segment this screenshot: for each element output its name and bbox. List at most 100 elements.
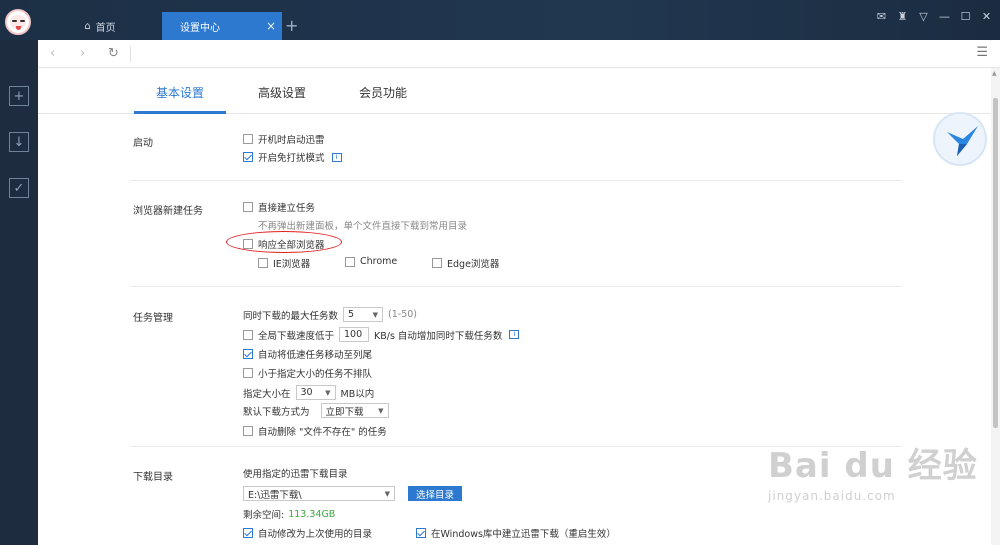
thunder-bird-icon <box>947 126 978 156</box>
downloading-icon[interactable]: ↓ <box>9 132 29 152</box>
tab-member-features[interactable]: 会员功能 <box>359 84 407 101</box>
minimize-icon[interactable]: — <box>939 10 950 23</box>
skin-icon[interactable]: ♜ <box>897 10 908 23</box>
option-launch-on-boot[interactable]: 开机时启动迅雷 <box>243 132 325 146</box>
checkbox-checked[interactable] <box>243 528 253 538</box>
info-icon[interactable]: i <box>509 330 520 339</box>
option-label: 小于指定大小的任务不排队 <box>258 369 373 380</box>
option-label: 开机时启动迅雷 <box>258 135 325 146</box>
option-auto-move-slow[interactable]: 自动将低速任务移动至列尾 <box>243 347 372 361</box>
tab-home-label: 首页 <box>95 22 116 34</box>
vertical-scrollbar[interactable]: ▲ <box>991 68 1000 545</box>
checkbox[interactable] <box>258 258 268 268</box>
size-prefix: 指定大小在 <box>243 388 291 400</box>
option-label: Edge浏览器 <box>447 259 500 270</box>
menu-down-icon[interactable]: ▽ <box>918 10 929 23</box>
avatar-eye-left <box>12 20 17 22</box>
new-tab-icon[interactable]: + <box>285 16 298 35</box>
home-icon: ⌂ <box>84 20 91 32</box>
checkbox[interactable] <box>243 134 253 144</box>
tab-home[interactable]: ⌂ 首页 <box>40 12 160 40</box>
checkbox[interactable] <box>345 256 355 267</box>
option-browser-edge[interactable]: Edge浏览器 <box>432 256 499 270</box>
option-direct-create[interactable]: 直接建立任务 <box>243 200 315 214</box>
new-task-icon[interactable]: + <box>9 86 29 106</box>
highlight-oval <box>226 231 342 253</box>
scroll-thumb[interactable] <box>993 98 998 428</box>
close-window-icon[interactable]: ✕ <box>981 10 992 23</box>
select-value: E:\迅雷下载\ <box>248 489 302 501</box>
watermark-main: Bai du 经验 <box>768 446 978 486</box>
option-browser-ie[interactable]: IE浏览器 <box>258 256 310 270</box>
option-browser-chrome[interactable]: Chrome <box>345 256 397 267</box>
free-space-value: 113.34GB <box>288 508 336 520</box>
chevron-down-icon: ▼ <box>378 406 384 415</box>
use-dir-label: 使用指定的迅雷下载目录 <box>243 469 348 480</box>
checkbox-checked[interactable] <box>243 349 253 359</box>
title-bar: ⌂ 首页 设置中心 × + ✉ ♜ ▽ — ☐ ✕ <box>0 0 1000 40</box>
option-windows-library[interactable]: 在Windows库中建立迅雷下载（重启生效） <box>416 526 616 540</box>
tab-advanced-settings[interactable]: 高级设置 <box>258 84 306 101</box>
tab-settings-center[interactable]: 设置中心 × <box>162 12 282 40</box>
select-value: 立即下载 <box>325 406 364 418</box>
direct-create-hint: 不再弹出新建面板，单个文件直接下载到常用目录 <box>258 221 468 232</box>
baidu-watermark: Bai du 经验 jingyan.baidu.com <box>768 438 978 503</box>
section-title-dir: 下载目录 <box>133 472 173 483</box>
option-label: 自动将低速任务移动至列尾 <box>258 350 373 361</box>
checkbox[interactable] <box>432 258 442 268</box>
forward-icon[interactable]: › <box>80 46 85 61</box>
refresh-icon[interactable]: ↻ <box>108 46 119 61</box>
option-do-not-disturb[interactable]: 开启免打扰模式 i <box>243 150 342 164</box>
avatar-mouth <box>16 26 21 30</box>
dir-path-row: E:\迅雷下载\ ▼ 选择目录 <box>238 486 463 501</box>
size-select[interactable]: 30 ▼ <box>295 385 336 400</box>
checkbox[interactable] <box>243 368 253 378</box>
speed-threshold-row[interactable]: 全局下载速度低于 100 KB/s 自动增加同时下载任务数 i <box>243 327 520 342</box>
checkbox[interactable] <box>243 202 253 212</box>
user-avatar[interactable] <box>5 9 31 35</box>
info-icon[interactable]: i <box>331 152 342 162</box>
tab-basic-settings[interactable]: 基本设置 <box>156 84 204 101</box>
option-small-no-queue[interactable]: 小于指定大小的任务不排队 <box>243 366 372 380</box>
max-tasks-select[interactable]: 5 ▼ <box>343 307 384 322</box>
completed-icon[interactable]: ✓ <box>9 178 29 198</box>
option-label: IE浏览器 <box>273 259 311 270</box>
thunder-logo <box>933 112 987 166</box>
dir-path-select[interactable]: E:\迅雷下载\ ▼ <box>243 486 395 501</box>
maximize-icon[interactable]: ☐ <box>960 10 971 23</box>
settings-tabs: 基本设置 高级设置 会员功能 <box>38 68 1000 114</box>
default-mode-select[interactable]: 立即下载 ▼ <box>320 403 389 418</box>
checkbox[interactable] <box>243 426 253 436</box>
max-tasks-row: 同时下载的最大任务数 5 ▼ (1-50) <box>243 307 417 322</box>
avatar-eye-right <box>20 20 25 22</box>
tab-settings-label: 设置中心 <box>180 22 220 34</box>
close-tab-icon[interactable]: × <box>266 19 276 33</box>
speed-suffix: KB/s 自动增加同时下载任务数 <box>374 330 503 342</box>
checkbox-checked[interactable] <box>243 152 253 162</box>
section-title-browser: 浏览器新建任务 <box>133 206 203 217</box>
section-title-startup: 启动 <box>133 138 153 149</box>
nav-separator <box>130 46 131 62</box>
option-label: Chrome <box>360 256 398 267</box>
section-divider <box>130 286 902 287</box>
back-icon[interactable]: ‹ <box>50 46 55 61</box>
message-icon[interactable]: ✉ <box>876 10 887 23</box>
speed-prefix: 全局下载速度低于 <box>258 330 335 342</box>
max-tasks-label: 同时下载的最大任务数 <box>243 310 339 322</box>
scroll-up-icon[interactable]: ▲ <box>992 70 997 77</box>
free-space-label: 剩余空间: <box>243 510 285 521</box>
checkbox[interactable] <box>243 329 253 340</box>
select-value: 5 <box>348 309 355 320</box>
speed-input[interactable]: 100 <box>339 327 370 342</box>
default-mode-row: 默认下载方式为 立即下载 ▼ <box>243 403 394 418</box>
left-sidebar: + ↓ ✓ <box>0 40 38 545</box>
option-auto-change-dir[interactable]: 自动修改为上次使用的目录 <box>243 526 372 540</box>
window-controls: ✉ ♜ ▽ — ☐ ✕ <box>876 10 992 23</box>
active-tab-indicator <box>134 111 226 114</box>
hamburger-menu-icon[interactable]: ☰ <box>976 45 988 60</box>
choose-dir-button[interactable]: 选择目录 <box>408 486 463 501</box>
option-auto-delete-missing[interactable]: 自动删除 "文件不存在" 的任务 <box>243 424 387 438</box>
section-divider <box>130 180 902 181</box>
checkbox-checked[interactable] <box>416 528 426 538</box>
nav-bar: ‹ › ↻ ☰ <box>38 40 1000 68</box>
